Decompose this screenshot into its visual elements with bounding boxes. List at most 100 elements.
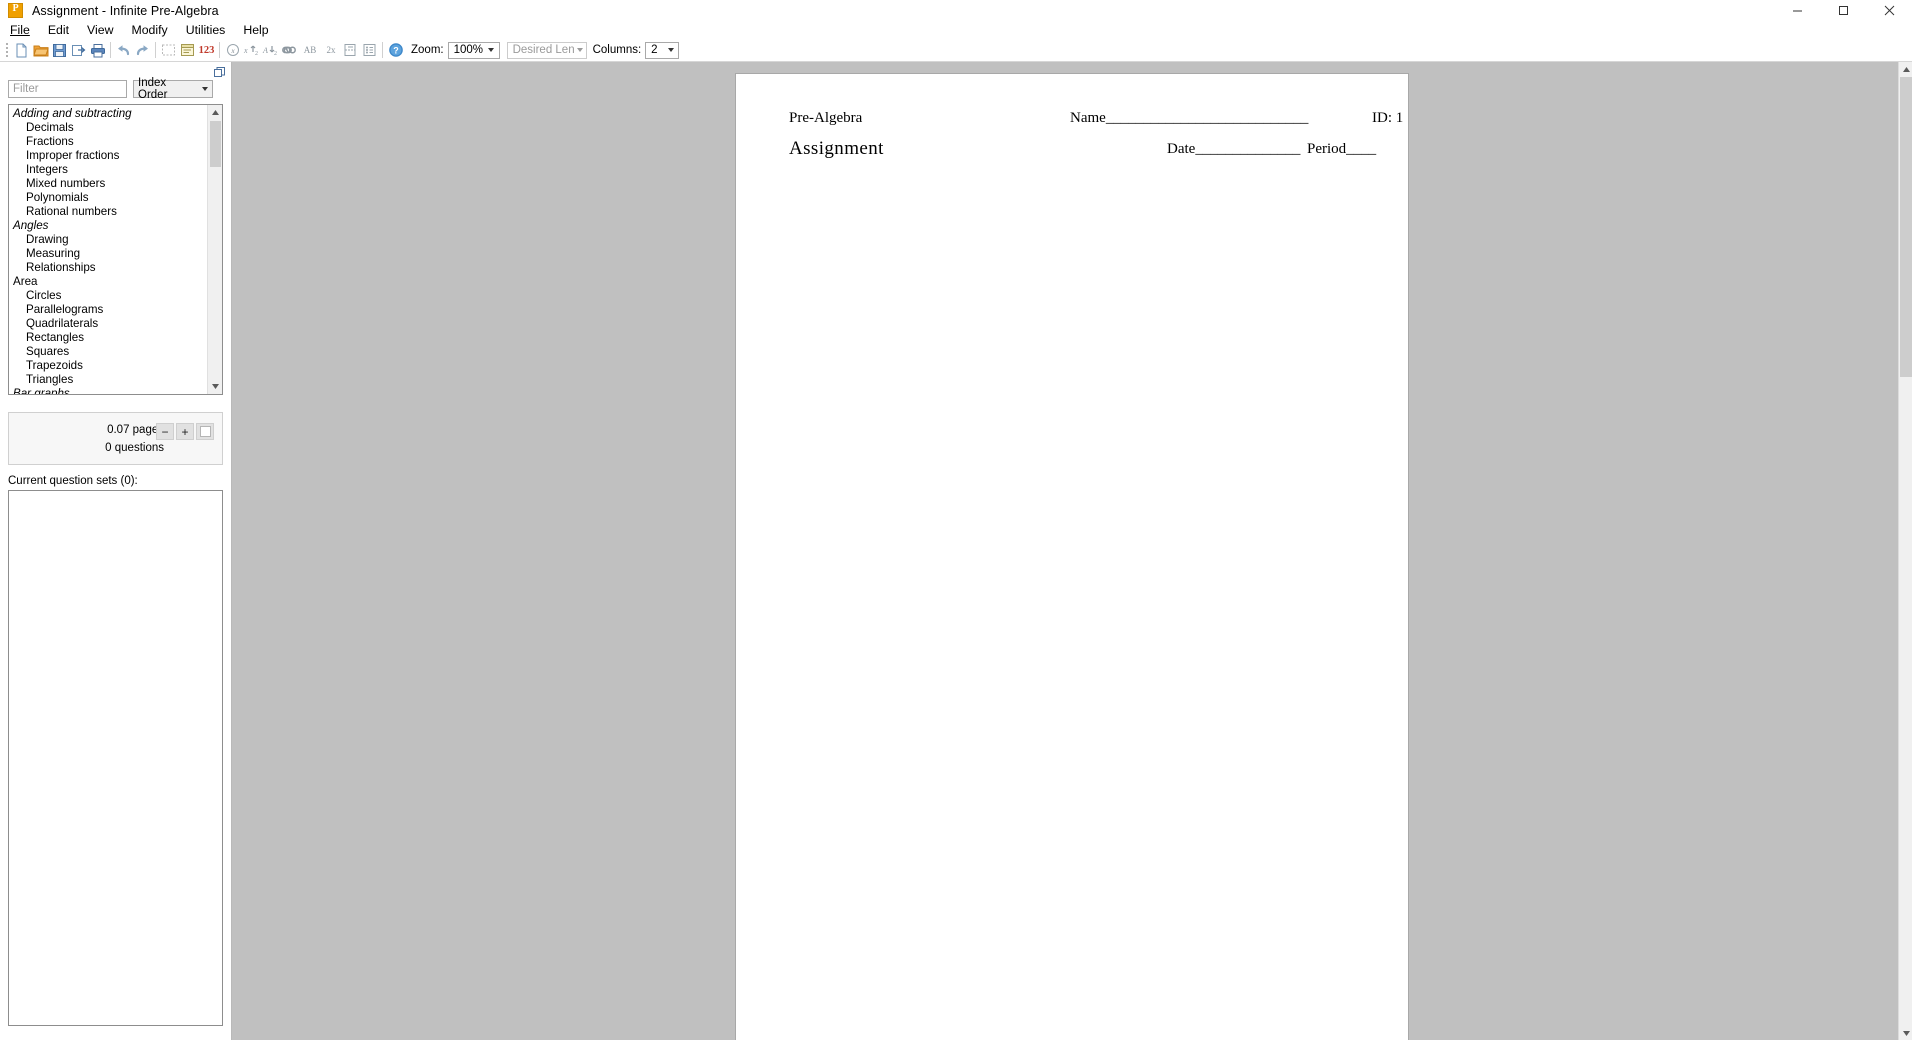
columns-combo[interactable]: 2	[645, 41, 680, 59]
main-body: Index Order Adding and subtractingDecima…	[0, 62, 1912, 1040]
tree-topic-item[interactable]: Trapezoids	[9, 359, 207, 373]
help-icon[interactable]: ?	[386, 40, 405, 60]
question-sets-label: Current question sets (0):	[8, 475, 138, 487]
multiple-choice-icon[interactable]	[360, 40, 379, 60]
restore-panel-icon[interactable]	[214, 65, 225, 77]
tree-category-item[interactable]: Area	[9, 275, 207, 289]
tree-topic-item[interactable]: Fractions	[9, 135, 207, 149]
tree-topic-item[interactable]: Quadrilaterals	[9, 317, 207, 331]
app-icon	[8, 3, 23, 18]
id-label: ID:	[1372, 110, 1392, 126]
id-value: 1	[1395, 110, 1404, 126]
increase-length-button[interactable]: +	[176, 423, 194, 440]
tree-topic-item[interactable]: Decimals	[9, 121, 207, 135]
increase-difficulty-icon[interactable]: x2	[242, 40, 261, 60]
ab-label-icon[interactable]: AB	[299, 40, 321, 60]
open-folder-icon[interactable]	[31, 40, 50, 60]
tree-topic-item[interactable]: Drawing	[9, 233, 207, 247]
tree-topic-item[interactable]: Integers	[9, 163, 207, 177]
period-label: Period	[1307, 141, 1347, 157]
reset-length-button[interactable]	[196, 423, 214, 440]
square-icon	[199, 426, 211, 437]
page-break-icon[interactable]	[341, 40, 360, 60]
zoom-value: 100%	[453, 44, 484, 56]
scroll-down-icon[interactable]	[207, 379, 222, 394]
print-icon[interactable]	[88, 40, 107, 60]
question-bank-panel: Index Order Adding and subtractingDecima…	[0, 62, 231, 1040]
tree-topic-item[interactable]: Circles	[9, 289, 207, 303]
tree-category-item[interactable]: Angles	[9, 219, 207, 233]
tree-topic-item[interactable]: Improper fractions	[9, 149, 207, 163]
menu-modify[interactable]: Modify	[122, 22, 176, 38]
numbering-123-icon[interactable]: 123	[197, 40, 216, 60]
select-region-icon[interactable]	[159, 40, 178, 60]
chevron-down-icon-order	[198, 87, 212, 91]
menu-edit[interactable]: Edit	[39, 22, 78, 38]
application-window: Assignment - Infinite Pre-Algebra File E…	[0, 0, 1912, 1040]
document-date-field: Date______________	[1167, 141, 1300, 158]
export-icon[interactable]	[69, 40, 88, 60]
topic-tree-scrollbar[interactable]	[207, 105, 222, 394]
tree-topic-item[interactable]: Rational numbers	[9, 205, 207, 219]
function-icon[interactable]: x	[223, 40, 242, 60]
tree-topic-item[interactable]: Rectangles	[9, 331, 207, 345]
menu-view[interactable]: View	[78, 22, 122, 38]
svg-text:2: 2	[255, 51, 258, 57]
tree-topic-item[interactable]: Relationships	[9, 261, 207, 275]
close-button[interactable]	[1866, 0, 1912, 21]
redo-icon[interactable]	[133, 40, 152, 60]
topic-tree[interactable]: Adding and subtracting Decimals Fractions I…	[9, 105, 207, 394]
document-scroll-down-icon[interactable]	[1899, 1026, 1912, 1040]
tree-topic-item[interactable]: Parallelograms	[9, 303, 207, 317]
zoom-label: Zoom:	[411, 44, 444, 56]
tree-topic-item[interactable]: Squares	[9, 345, 207, 359]
tree-topic-item[interactable]: Measuring	[9, 247, 207, 261]
menu-help-label: Help	[243, 23, 269, 37]
document-period-field: Period____	[1307, 141, 1376, 158]
document-id-field: ID: 1	[1372, 110, 1403, 127]
infinity-icon[interactable]	[280, 40, 299, 60]
toolbar-separator-4	[382, 42, 383, 58]
minimize-button[interactable]	[1774, 0, 1820, 21]
document-subject: Pre-Algebra	[789, 110, 863, 126]
menu-utilities[interactable]: Utilities	[177, 22, 235, 38]
chevron-down-icon-length	[574, 43, 586, 58]
index-order-combo[interactable]: Index Order	[133, 77, 213, 101]
scrollbar-thumb[interactable]	[210, 121, 221, 167]
document-canvas: Pre-Algebra Name________________________…	[231, 62, 1912, 1040]
maximize-button[interactable]	[1820, 0, 1866, 21]
new-document-icon[interactable]	[12, 40, 31, 60]
svg-text:2: 2	[274, 51, 277, 57]
document-scroll-up-icon[interactable]	[1899, 62, 1912, 76]
decrease-length-button[interactable]: −	[156, 423, 174, 440]
tree-category-item[interactable]: Adding and subtracting	[9, 107, 207, 121]
assignment-page[interactable]: Pre-Algebra Name________________________…	[736, 74, 1408, 1040]
toolbar-grip[interactable]	[4, 42, 11, 58]
undo-icon[interactable]	[114, 40, 133, 60]
save-icon[interactable]	[50, 40, 69, 60]
filter-row: Index Order	[0, 77, 231, 101]
tree-topic-item[interactable]: Mixed numbers	[9, 177, 207, 191]
exponent-icon[interactable]: 2x	[321, 40, 341, 60]
decrease-length-label: −	[161, 424, 169, 439]
date-rule: ______________	[1195, 141, 1301, 157]
document-scrollbar-thumb[interactable]	[1900, 77, 1912, 377]
tree-topic-item[interactable]: Polynomials	[9, 191, 207, 205]
menu-help[interactable]: Help	[234, 22, 277, 38]
question-box-icon[interactable]	[178, 40, 197, 60]
document-scrollbar[interactable]	[1898, 62, 1912, 1040]
question-sets-list[interactable]	[8, 490, 223, 1026]
menu-modify-label: Modify	[131, 23, 168, 37]
zoom-combo[interactable]: 100%	[447, 41, 500, 59]
menu-view-label: View	[87, 23, 114, 37]
menu-file[interactable]: File	[5, 22, 39, 38]
ab-label: AB	[303, 45, 317, 55]
decrease-difficulty-icon[interactable]: A2	[261, 40, 280, 60]
filter-input[interactable]	[8, 80, 127, 98]
tree-category-item[interactable]: Bar graphs	[9, 387, 207, 394]
chevron-down-icon-columns	[663, 43, 678, 58]
scroll-up-icon[interactable]	[207, 105, 222, 120]
tree-topic-item[interactable]: Triangles	[9, 373, 207, 387]
desired-length-combo[interactable]: Desired Length	[506, 41, 587, 59]
menu-file-label: File	[10, 23, 30, 37]
